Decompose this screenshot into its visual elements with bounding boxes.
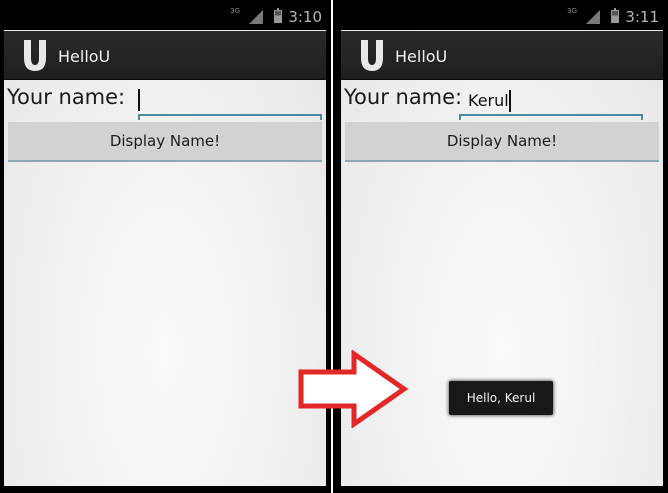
battery-icon	[611, 8, 619, 23]
app-title: HelloU	[58, 47, 111, 66]
status-time: 3:10	[288, 8, 322, 26]
display-name-button[interactable]: Display Name!	[345, 122, 659, 162]
name-input[interactable]	[459, 86, 643, 116]
status-bar: 3G 3:10	[4, 4, 326, 30]
action-bar: HelloU	[4, 31, 326, 80]
input-left-cap	[459, 114, 461, 120]
text-cursor	[509, 90, 511, 112]
right-arrow-icon	[298, 350, 409, 428]
display-name-button[interactable]: Display Name!	[8, 122, 322, 162]
signal-icon	[249, 10, 263, 24]
network-type: 3G	[567, 7, 577, 15]
status-time: 3:11	[625, 8, 659, 26]
name-label: Your name:	[344, 85, 463, 109]
input-right-cap	[320, 114, 322, 120]
input-left-cap	[138, 114, 140, 120]
input-right-cap	[641, 114, 643, 120]
name-field-container	[459, 86, 643, 120]
u-logo-icon[interactable]	[359, 38, 385, 72]
screen-before: 3G 3:10 HelloU Your name: Display Name!	[4, 4, 326, 486]
signal-icon	[586, 10, 600, 24]
app-title: HelloU	[395, 47, 448, 66]
name-field-container	[138, 86, 322, 120]
text-cursor	[138, 89, 140, 111]
name-label: Your name:	[7, 85, 126, 109]
battery-icon	[274, 8, 282, 23]
network-type: 3G	[230, 7, 240, 15]
u-logo-icon[interactable]	[22, 38, 48, 72]
name-input[interactable]	[138, 86, 322, 116]
status-bar: 3G 3:11	[341, 4, 663, 30]
action-bar: HelloU	[341, 31, 663, 80]
toast-message: Hello, Kerul	[449, 381, 553, 415]
